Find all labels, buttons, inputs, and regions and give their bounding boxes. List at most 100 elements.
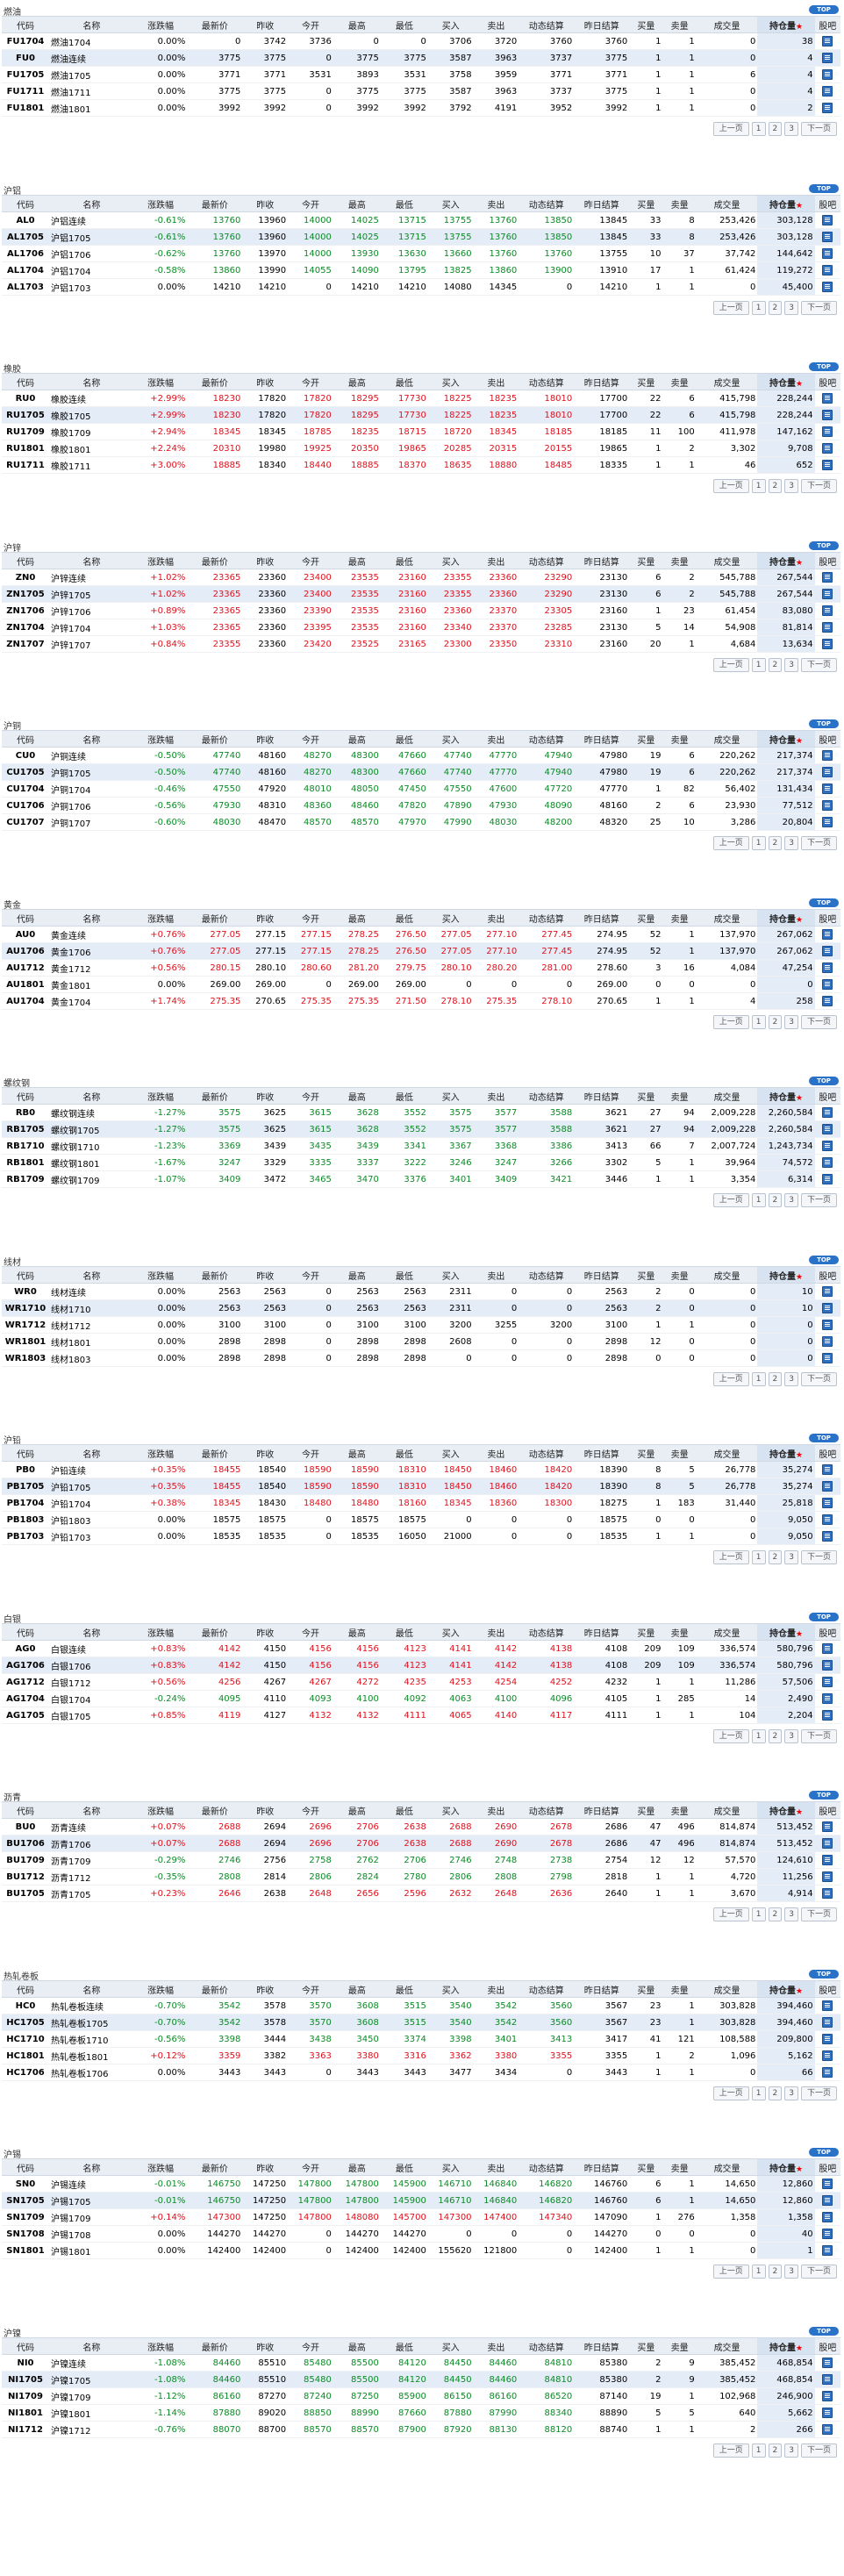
- cell-name[interactable]: 沥青1712: [48, 1868, 134, 1885]
- column-header[interactable]: 涨跌幅: [133, 1444, 188, 1462]
- page-number-button[interactable]: 2: [768, 1907, 783, 1921]
- cell-code[interactable]: AG1704: [2, 1690, 49, 1707]
- column-header[interactable]: 持仓量★: [757, 1087, 815, 1105]
- cell-code[interactable]: AU1704: [2, 992, 49, 1010]
- cell-name[interactable]: 沪铅1703: [48, 1528, 134, 1545]
- table-row[interactable]: NI1705 沪镍1705 -1.08% 84460 85510 85480 85500 84…: [2, 2371, 840, 2388]
- cell-forum[interactable]: [814, 2421, 840, 2438]
- table-row[interactable]: RB0 螺纹钢连续 -1.27% 3575 3625 3615 3628 3552 3575 35…: [2, 1104, 840, 1121]
- back-to-top-button[interactable]: TOP: [809, 5, 839, 14]
- cell-name[interactable]: 线材1803: [48, 1349, 134, 1367]
- table-row[interactable]: PB1705 沪铅1705 +0.35% 18455 18540 18590 18590 18…: [2, 1478, 840, 1495]
- page-number-button[interactable]: 3: [784, 1372, 798, 1386]
- cell-forum[interactable]: [814, 1997, 840, 2014]
- cell-code[interactable]: SN1709: [2, 2208, 49, 2226]
- column-header[interactable]: 名称: [48, 1980, 134, 1998]
- table-row[interactable]: CU1705 沪铜1705 -0.50% 47740 48160 48270 48300 47…: [2, 763, 840, 781]
- column-header[interactable]: 最新价: [187, 1444, 243, 1462]
- page-number-button[interactable]: 1: [751, 1729, 766, 1743]
- column-header[interactable]: 最低: [380, 730, 428, 748]
- cell-forum[interactable]: [814, 763, 840, 781]
- forum-icon[interactable]: [822, 248, 833, 259]
- column-header[interactable]: 卖量: [662, 16, 697, 33]
- column-header[interactable]: 卖出: [473, 730, 519, 748]
- cell-forum[interactable]: [814, 2208, 840, 2226]
- column-header[interactable]: 涨跌幅: [133, 1623, 188, 1641]
- table-row[interactable]: RB1710 螺纹钢1710 -1.23% 3369 3439 3435 3439 3341 3…: [2, 1137, 840, 1155]
- table-row[interactable]: RU1705 橡胶1705 +2.99% 18230 17820 17820 18295 17…: [2, 406, 840, 424]
- back-to-top-button[interactable]: TOP: [809, 1791, 839, 1800]
- back-to-top-button[interactable]: TOP: [809, 1613, 839, 1621]
- table-row[interactable]: ZN1706 沪锌1706 +0.89% 23365 23360 23390 23535 23…: [2, 602, 840, 619]
- column-header[interactable]: 名称: [48, 1444, 134, 1462]
- cell-code[interactable]: AL0: [2, 211, 49, 229]
- prev-page-button[interactable]: 上一页: [712, 1193, 749, 1207]
- table-row[interactable]: FU1801 燃油1801 0.00% 3992 3992 0 3992 3992 3792 41…: [2, 99, 840, 117]
- table-row[interactable]: AL1706 沪铝1706 -0.62% 13760 13970 14000 13930 13…: [2, 245, 840, 262]
- forum-icon[interactable]: [822, 572, 833, 583]
- column-header[interactable]: 代码: [2, 1801, 49, 1819]
- column-header[interactable]: 名称: [48, 373, 134, 390]
- cell-forum[interactable]: [814, 261, 840, 279]
- column-header[interactable]: 最低: [380, 1980, 428, 1998]
- cell-name[interactable]: 沪铅1704: [48, 1494, 134, 1512]
- page-number-button[interactable]: 2: [768, 122, 783, 136]
- cell-name[interactable]: 沪锡连续: [48, 2175, 134, 2193]
- back-to-top-button[interactable]: TOP: [809, 362, 839, 371]
- table-row[interactable]: AU1801 黄金1801 0.00% 269.00 269.00 0 269.00 269.…: [2, 976, 840, 993]
- next-page-button[interactable]: 下一页: [800, 1372, 837, 1386]
- cell-name[interactable]: 燃油1705: [48, 66, 134, 83]
- cell-forum[interactable]: [814, 1170, 840, 1188]
- forum-icon[interactable]: [822, 2050, 833, 2061]
- column-header[interactable]: 最低: [380, 1623, 428, 1641]
- page-number-button[interactable]: 2: [768, 1550, 783, 1564]
- forum-icon[interactable]: [822, 2067, 833, 2078]
- column-header[interactable]: 成交量: [696, 1266, 758, 1284]
- cell-name[interactable]: 橡胶1709: [48, 423, 134, 440]
- column-header[interactable]: 代码: [2, 195, 49, 212]
- forum-icon[interactable]: [822, 996, 833, 1006]
- cell-name[interactable]: 白银1705: [48, 1707, 134, 1724]
- back-to-top-button[interactable]: TOP: [809, 719, 839, 728]
- column-header[interactable]: 最高: [333, 2158, 381, 2176]
- column-header[interactable]: 卖量: [662, 373, 697, 390]
- page-number-button[interactable]: 3: [784, 1193, 798, 1207]
- cell-forum[interactable]: [814, 1640, 840, 1657]
- column-header[interactable]: 涨跌幅: [133, 1980, 188, 1998]
- column-header[interactable]: 成交量: [696, 195, 758, 212]
- cell-forum[interactable]: [814, 423, 840, 440]
- column-header[interactable]: 最新价: [187, 1801, 243, 1819]
- table-row[interactable]: RU1709 橡胶1709 +2.94% 18345 18345 18785 18235 18…: [2, 423, 840, 440]
- cell-code[interactable]: AG1712: [2, 1673, 49, 1691]
- cell-forum[interactable]: [814, 1154, 840, 1171]
- cell-forum[interactable]: [814, 211, 840, 229]
- column-header[interactable]: 今开: [288, 16, 333, 33]
- cell-code[interactable]: CU1706: [2, 797, 49, 814]
- cell-code[interactable]: HC0: [2, 1997, 49, 2014]
- back-to-top-button[interactable]: TOP: [809, 1077, 839, 1085]
- prev-page-button[interactable]: 上一页: [712, 301, 749, 315]
- cell-name[interactable]: 沪镍连续: [48, 2354, 134, 2372]
- cell-forum[interactable]: [814, 1299, 840, 1317]
- column-header[interactable]: 最高: [333, 1444, 381, 1462]
- column-header[interactable]: 成交量: [696, 1623, 758, 1641]
- cell-forum[interactable]: [814, 2030, 840, 2048]
- cell-forum[interactable]: [814, 926, 840, 943]
- forum-icon[interactable]: [822, 767, 833, 777]
- cell-code[interactable]: AU1801: [2, 976, 49, 993]
- column-header[interactable]: 买量: [629, 373, 663, 390]
- cell-code[interactable]: CU1704: [2, 780, 49, 798]
- cell-forum[interactable]: [814, 440, 840, 457]
- column-header[interactable]: 昨日结算: [574, 1087, 630, 1105]
- cell-code[interactable]: AU1712: [2, 959, 49, 977]
- forum-icon[interactable]: [822, 2017, 833, 2028]
- table-row[interactable]: BU1706 沥青1706 +0.07% 2688 2694 2696 2706 2638 26…: [2, 1835, 840, 1852]
- table-row[interactable]: AL1703 沪铝1703 0.00% 14210 14210 0 14210 14210 14…: [2, 278, 840, 296]
- cell-forum[interactable]: [814, 2354, 840, 2372]
- prev-page-button[interactable]: 上一页: [712, 1550, 749, 1564]
- cell-name[interactable]: 热轧卷板1710: [48, 2030, 134, 2048]
- column-header[interactable]: 最高: [333, 373, 381, 390]
- page-number-button[interactable]: 3: [784, 1550, 798, 1564]
- cell-name[interactable]: 黄金1704: [48, 992, 134, 1010]
- table-row[interactable]: HC1710 热轧卷板1710 -0.56% 3398 3444 3438 3450 3374…: [2, 2030, 840, 2048]
